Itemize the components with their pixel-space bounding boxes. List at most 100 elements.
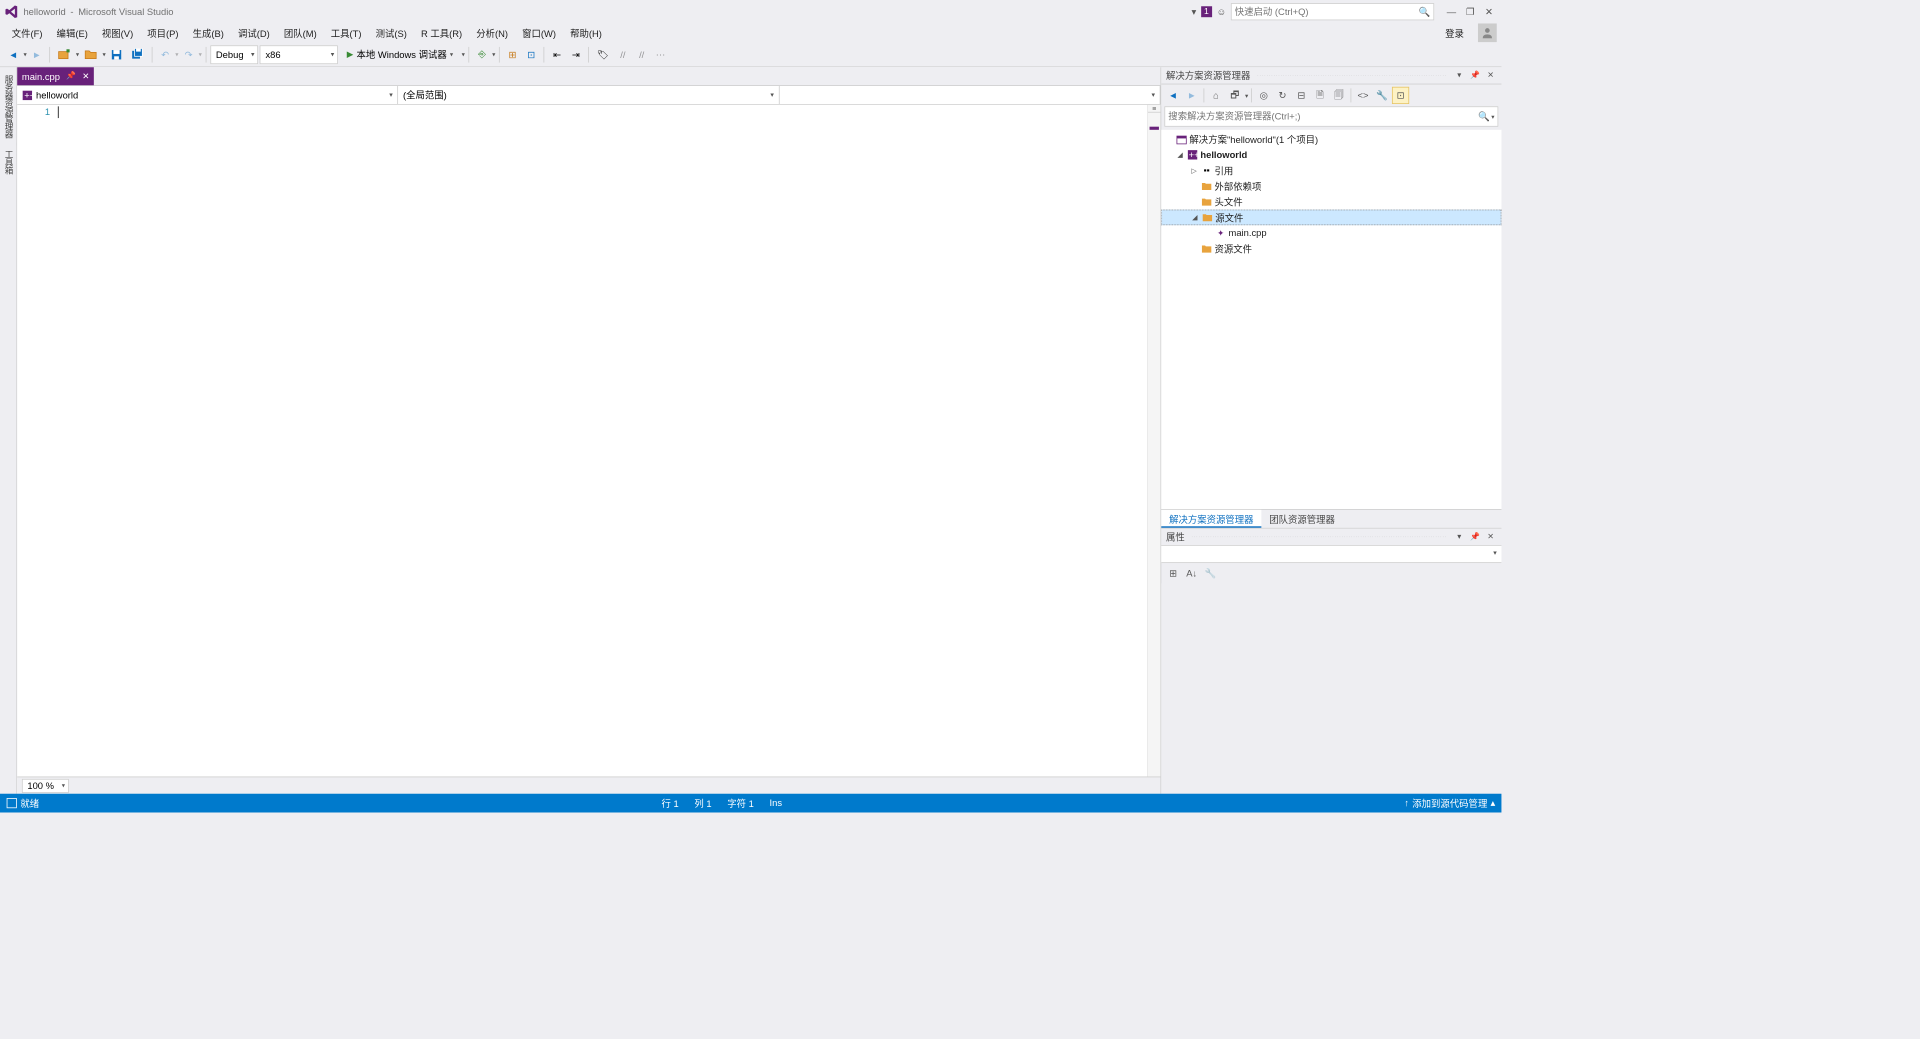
feedback-icon[interactable]: ☺ [1217,6,1227,17]
menu-test[interactable]: 测试(S) [369,24,414,42]
se-scope-icon[interactable]: ◎ [1255,87,1272,104]
doctab-main-cpp[interactable]: main.cpp 📌 ✕ [17,67,94,85]
uncomment-button[interactable]: // [633,45,650,64]
tab-solution-explorer[interactable]: 解决方案资源管理器 [1161,510,1261,528]
tab-toolbox[interactable]: 工具箱 [0,145,16,178]
se-collapse-icon[interactable]: ⊟ [1293,87,1310,104]
function-dropdown[interactable] [779,86,1160,104]
member-dropdown[interactable]: (全局范围) [398,86,779,104]
se-props-icon[interactable]: 🔧 [1373,87,1390,104]
new-project-button[interactable] [54,45,74,64]
menu-project[interactable]: 项目(P) [140,24,185,42]
pin-icon[interactable]: 📌 [66,72,76,81]
se-sync-icon[interactable]: 🗗 [1226,87,1243,104]
se-fwd-icon[interactable]: ► [1183,87,1200,104]
run-debugger-button[interactable]: ▶ 本地 Windows 调试器 ▾ [340,45,460,65]
solution-tree[interactable]: 解决方案"helloworld"(1 个项目) ◢ ++ helloworld … [1161,130,1501,509]
panel-menu-icon[interactable]: ▾ [1453,69,1466,82]
menu-rtools[interactable]: R 工具(R) [414,24,469,42]
sort-icon[interactable]: A↓ [1183,565,1200,582]
login-button[interactable]: 登录 [1436,24,1474,42]
se-back-icon[interactable]: ◄ [1164,87,1181,104]
tb-icon-1[interactable]: ⊞ [504,45,521,64]
pin-panel-icon[interactable]: 📌 [1469,69,1482,82]
config-dropdown[interactable]: Debug [210,45,258,64]
close-tab-icon[interactable]: ✕ [82,71,89,81]
process-button[interactable]: ⎆ [473,45,490,64]
nav-fwd-button[interactable]: ► [28,45,45,64]
se-search-box[interactable]: 🔍 ▾ [1164,106,1498,126]
filter-icon[interactable]: ▾ [1191,6,1196,17]
code-body[interactable] [56,105,1147,777]
categorize-icon[interactable]: ⊞ [1164,565,1181,582]
search-icon[interactable]: 🔍 [1419,6,1431,17]
menu-build[interactable]: 生成(B) [186,24,231,42]
split-handle-icon[interactable]: ≡ [1148,105,1161,113]
pin-panel-icon[interactable]: 📌 [1469,531,1482,544]
quicklaunch-box[interactable]: 🔍 [1231,3,1434,20]
platform-dropdown[interactable]: x86 [260,45,338,64]
se-copy-icon[interactable]: 🗐 [1330,87,1347,104]
tree-references[interactable]: ▷ ▪▪ 引用 [1161,163,1501,179]
tb-icon-2[interactable]: ⊡ [523,45,540,64]
se-showall-icon[interactable]: 🗎 [1311,87,1328,104]
menu-team[interactable]: 团队(M) [277,24,324,42]
menu-window[interactable]: 窗口(W) [515,24,563,42]
status-scm[interactable]: ↑ 添加到源代码管理 ▴ [1404,796,1495,809]
zoom-dropdown[interactable]: 100 % [22,778,69,792]
close-panel-icon[interactable]: ✕ [1484,531,1497,544]
expander-icon[interactable]: ▷ [1189,166,1198,175]
se-search-input[interactable] [1168,111,1478,122]
open-file-button[interactable] [81,45,101,64]
tree-project[interactable]: ◢ ++ helloworld [1161,147,1501,163]
se-code-icon[interactable]: <> [1354,87,1371,104]
avatar-icon[interactable] [1478,23,1497,42]
tab-team-explorer[interactable]: 团队资源管理器 [1261,510,1342,528]
properties-header[interactable]: 属性 ▾ 📌 ✕ [1161,529,1501,546]
tab-server-explorer[interactable]: 服务器资源管理器 [0,70,16,142]
comment-button[interactable]: // [614,45,631,64]
scope-dropdown[interactable]: ++ helloworld [17,86,398,104]
tree-solution[interactable]: 解决方案"helloworld"(1 个项目) [1161,131,1501,147]
indent-left-button[interactable]: ⇤ [548,45,565,64]
bookmark-icon[interactable]: 🏷 [593,45,613,64]
panel-menu-icon[interactable]: ▾ [1453,531,1466,544]
tree-resources[interactable]: 资源文件 [1161,241,1501,257]
props-wrench-icon[interactable]: 🔧 [1202,565,1219,582]
menu-view[interactable]: 视图(V) [95,24,140,42]
menu-debug[interactable]: 调试(D) [231,24,277,42]
search-icon[interactable]: 🔍 [1478,111,1490,122]
folder-open-icon [1201,211,1214,224]
redo-button[interactable]: ↷ [180,45,197,64]
nav-back-button[interactable]: ◄ [5,45,22,64]
tree-external[interactable]: 外部依赖项 [1161,178,1501,194]
code-area[interactable]: 1 ≡ [17,105,1160,777]
props-object-dropdown[interactable] [1161,546,1501,563]
notification-badge[interactable]: 1 [1201,6,1212,17]
vertical-scrollbar[interactable]: ≡ [1147,105,1160,777]
indent-right-button[interactable]: ⇥ [567,45,584,64]
close-window-icon[interactable]: ✕ [1481,4,1497,20]
tree-main-cpp[interactable]: ✦ main.cpp [1161,225,1501,241]
tree-sources[interactable]: ◢ 源文件 [1161,210,1501,226]
tb-more-button[interactable]: ⋯ [652,45,669,64]
expander-icon[interactable]: ◢ [1175,151,1184,160]
save-button[interactable] [107,45,126,64]
se-home-icon[interactable]: ⌂ [1207,87,1224,104]
menu-edit[interactable]: 编辑(E) [50,24,95,42]
maximize-icon[interactable]: ❐ [1462,4,1478,20]
menu-analyze[interactable]: 分析(N) [469,24,515,42]
menu-help[interactable]: 帮助(H) [563,24,609,42]
save-all-button[interactable] [128,45,148,64]
expander-icon[interactable]: ◢ [1190,213,1199,222]
menu-tools[interactable]: 工具(T) [324,24,369,42]
quicklaunch-input[interactable] [1235,6,1419,17]
undo-button[interactable]: ↶ [156,45,173,64]
se-preview-icon[interactable]: ⊡ [1392,87,1409,104]
minimize-icon[interactable]: — [1444,4,1460,20]
menu-file[interactable]: 文件(F) [5,24,50,42]
se-refresh-icon[interactable]: ↻ [1274,87,1291,104]
close-panel-icon[interactable]: ✕ [1484,69,1497,82]
tree-headers[interactable]: 头文件 [1161,194,1501,210]
solution-explorer-header[interactable]: 解决方案资源管理器 ▾ 📌 ✕ [1161,67,1501,84]
